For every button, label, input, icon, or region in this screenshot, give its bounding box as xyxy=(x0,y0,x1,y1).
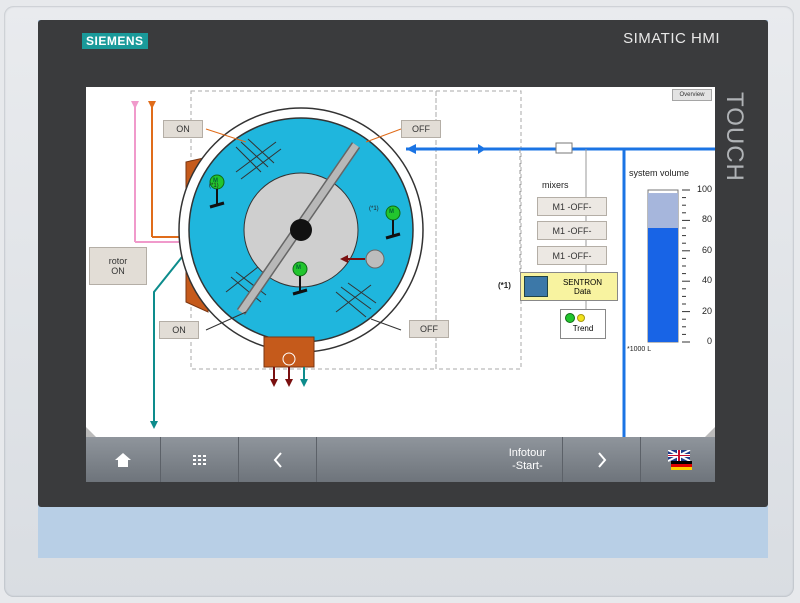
process-diagram xyxy=(131,90,715,437)
teal-return-line xyxy=(153,251,187,427)
corner-resize-left-icon[interactable] xyxy=(86,427,96,437)
overview-button[interactable]: Overview xyxy=(672,89,712,101)
off-top-button[interactable]: OFF xyxy=(401,120,441,138)
outlet-arrow-3-icon xyxy=(300,379,308,387)
system-volume-title: system volume xyxy=(629,168,690,178)
volume-tick-label: 100 xyxy=(696,184,712,194)
volume-tick-label: 0 xyxy=(706,336,712,346)
sentron-footnote: (*1) xyxy=(498,281,511,290)
volume-bar-fill xyxy=(648,228,678,342)
outlet-arrow-1-icon xyxy=(270,379,278,387)
motor-3-letter: M xyxy=(296,265,301,271)
language-flags-icon xyxy=(668,449,692,470)
corner-resize-right-icon[interactable] xyxy=(705,427,715,437)
sensor-ball xyxy=(365,249,385,269)
navigation-bar: Infotour -Start- xyxy=(86,437,715,482)
volume-tick-label: 80 xyxy=(701,214,712,225)
back-button[interactable] xyxy=(239,437,317,482)
product-name: SIMATIC HMI xyxy=(623,30,720,47)
volume-tick-label: 60 xyxy=(701,244,712,255)
language-button[interactable] xyxy=(641,437,719,482)
grid-icon xyxy=(192,454,206,465)
chevron-left-icon xyxy=(273,451,282,468)
mixer-1-status[interactable]: M1 -OFF- xyxy=(537,197,607,216)
menu-grid-button[interactable] xyxy=(161,437,239,482)
touch-label: TOUCH xyxy=(721,92,748,182)
sentron-device-icon xyxy=(524,276,548,297)
home-icon xyxy=(115,452,131,467)
mixer-3-status[interactable]: M1 -OFF- xyxy=(537,246,607,265)
orange-arrow-icon xyxy=(148,101,156,109)
brand-logo: SIEMENS xyxy=(82,33,148,49)
sentron-data-label: SENTRON Data xyxy=(562,277,603,296)
trend-label: Trend xyxy=(572,324,594,333)
hmi-screen: Overview ON OFF ON OFF rotor ON (*1) (*1… xyxy=(86,87,715,437)
volume-unit-note: *1000 L xyxy=(627,346,652,353)
mixers-title: mixers xyxy=(542,180,569,190)
sentron-data-button[interactable]: SENTRON Data xyxy=(520,272,618,301)
flow-arrow-2 xyxy=(478,144,486,154)
on-top-button[interactable]: ON xyxy=(163,120,203,138)
pink-arrow-icon xyxy=(131,101,139,109)
volume-tick-label: 20 xyxy=(701,305,712,316)
valve-icon xyxy=(555,142,573,154)
motor-2-marker: (*1) xyxy=(369,206,379,212)
trend-button[interactable]: Trend xyxy=(560,309,606,339)
teal-arrow-icon xyxy=(150,421,158,429)
volume-bar-headroom xyxy=(648,193,678,228)
on-bottom-button[interactable]: ON xyxy=(159,321,199,339)
rotor-button[interactable]: rotor ON xyxy=(89,247,147,285)
mixer-2-status[interactable]: M1 -OFF- xyxy=(537,221,607,240)
outlet-arrow-2-icon xyxy=(285,379,293,387)
trend-green-indicator xyxy=(565,313,575,323)
volume-tick-label: 40 xyxy=(701,275,712,286)
outlet-block xyxy=(263,336,315,368)
home-button[interactable] xyxy=(86,437,161,482)
rotor-hub xyxy=(290,219,312,241)
chevron-right-icon xyxy=(597,451,606,468)
off-bottom-button[interactable]: OFF xyxy=(409,320,449,338)
motor-1-letter: M xyxy=(213,178,218,184)
trend-yellow-indicator xyxy=(577,314,585,322)
motor-2-letter: M xyxy=(389,209,394,215)
flow-arrow xyxy=(406,144,416,154)
volume-ticks xyxy=(682,189,690,343)
next-button[interactable] xyxy=(563,437,641,482)
infotour-button[interactable]: Infotour -Start- xyxy=(317,437,563,482)
